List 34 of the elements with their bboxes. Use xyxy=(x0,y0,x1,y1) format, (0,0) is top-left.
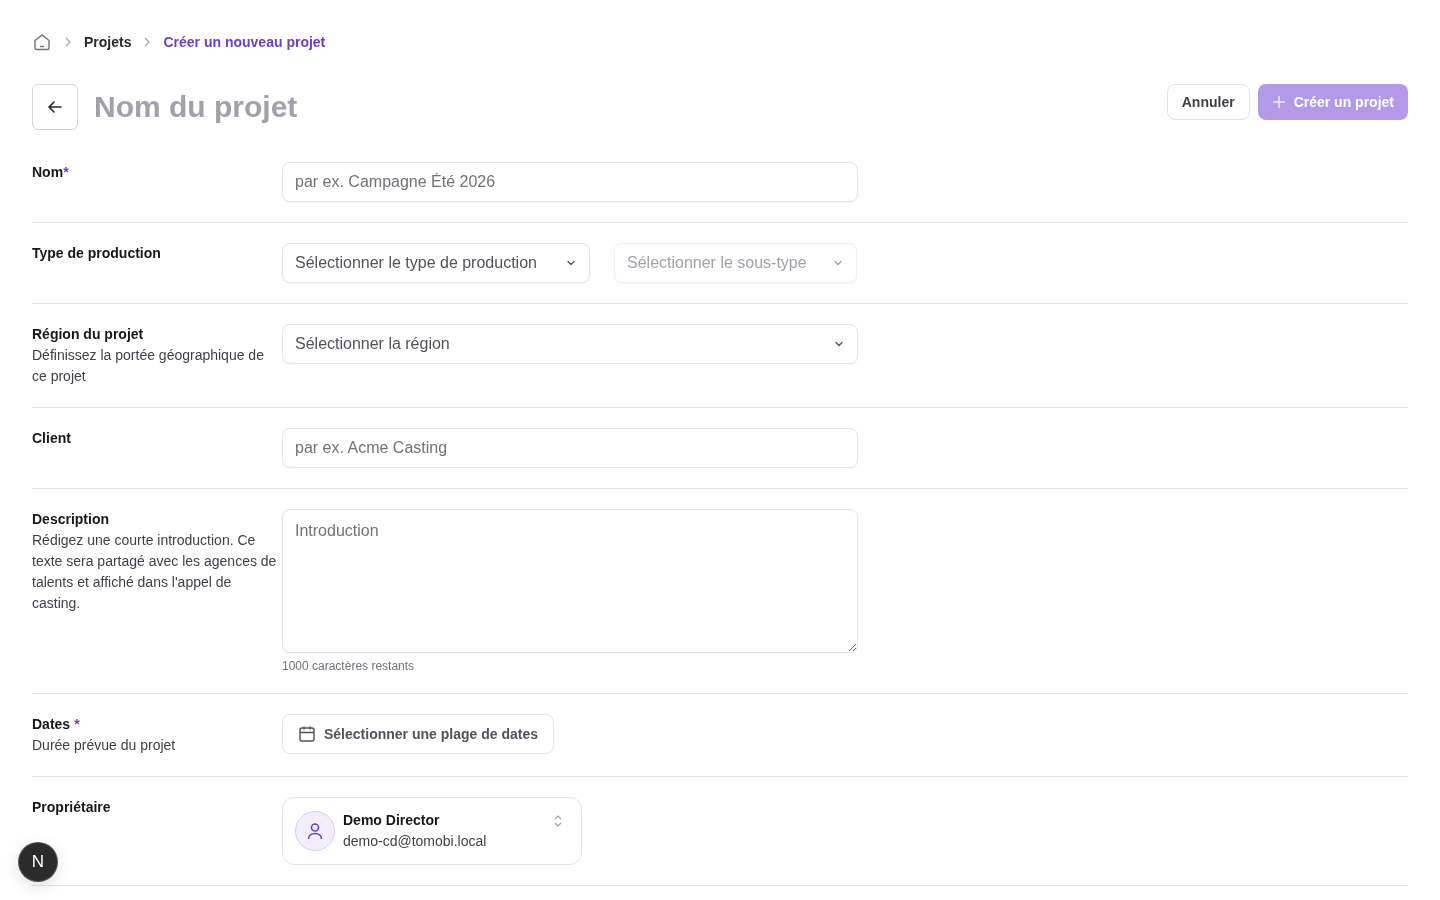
page-title: Nom du projet xyxy=(94,90,298,124)
field-label: Propriétaire xyxy=(32,798,112,817)
text-input[interactable]: par ex. Campagne Été 2026 xyxy=(282,162,858,202)
back-arrow-icon xyxy=(46,98,64,116)
date-range-button[interactable]: Sélectionner une plage de dates xyxy=(282,714,554,754)
owner-email: demo-cd@tomobi.local xyxy=(343,832,487,851)
calendar-icon xyxy=(298,725,316,743)
field-description: Rédigez une courte introduction. Ce texte sera partagé avec les agences de talents et affiché dans l'appel de casting. xyxy=(32,531,278,613)
plus-icon xyxy=(1271,95,1286,109)
up-down-chevron-icon xyxy=(553,814,563,828)
field-description: Durée prévue du projet xyxy=(32,736,177,755)
field-label: Type de production xyxy=(32,244,162,263)
description-textarea[interactable]: Introduction xyxy=(282,509,858,653)
dev-indicator-badge[interactable]: N xyxy=(31,852,45,872)
home-icon[interactable] xyxy=(32,32,52,52)
character-counter: 1000 caractères restants xyxy=(282,659,416,673)
text-input[interactable]: par ex. Acme Casting xyxy=(282,428,858,468)
breadcrumb-link[interactable]: Projets xyxy=(84,34,132,50)
back-button[interactable] xyxy=(32,84,78,130)
chevron-icon xyxy=(64,37,72,47)
owner-selector[interactable]: Demo Director demo-cd@tomobi.local xyxy=(282,797,582,865)
cancel-button[interactable]: Annuler xyxy=(1166,84,1250,120)
user-avatar-icon xyxy=(295,811,335,851)
owner-name: Demo Director xyxy=(343,811,441,830)
field-description: Définissez la portée géographique de ce projet xyxy=(32,346,265,386)
chevron-icon xyxy=(143,37,152,47)
select-dropdown[interactable]: Sélectionner la région xyxy=(282,324,858,364)
field-label: Région du projet xyxy=(32,325,145,344)
breadcrumb-link[interactable]: Créer un nouveau projet xyxy=(163,34,326,50)
required-field-label: Dates * xyxy=(32,715,81,734)
field-label: Client xyxy=(32,429,72,448)
required-field-label: Nom* xyxy=(32,163,70,182)
field-label: Description xyxy=(32,510,110,529)
select-dropdown[interactable]: Sélectionner le type de production xyxy=(282,243,590,283)
